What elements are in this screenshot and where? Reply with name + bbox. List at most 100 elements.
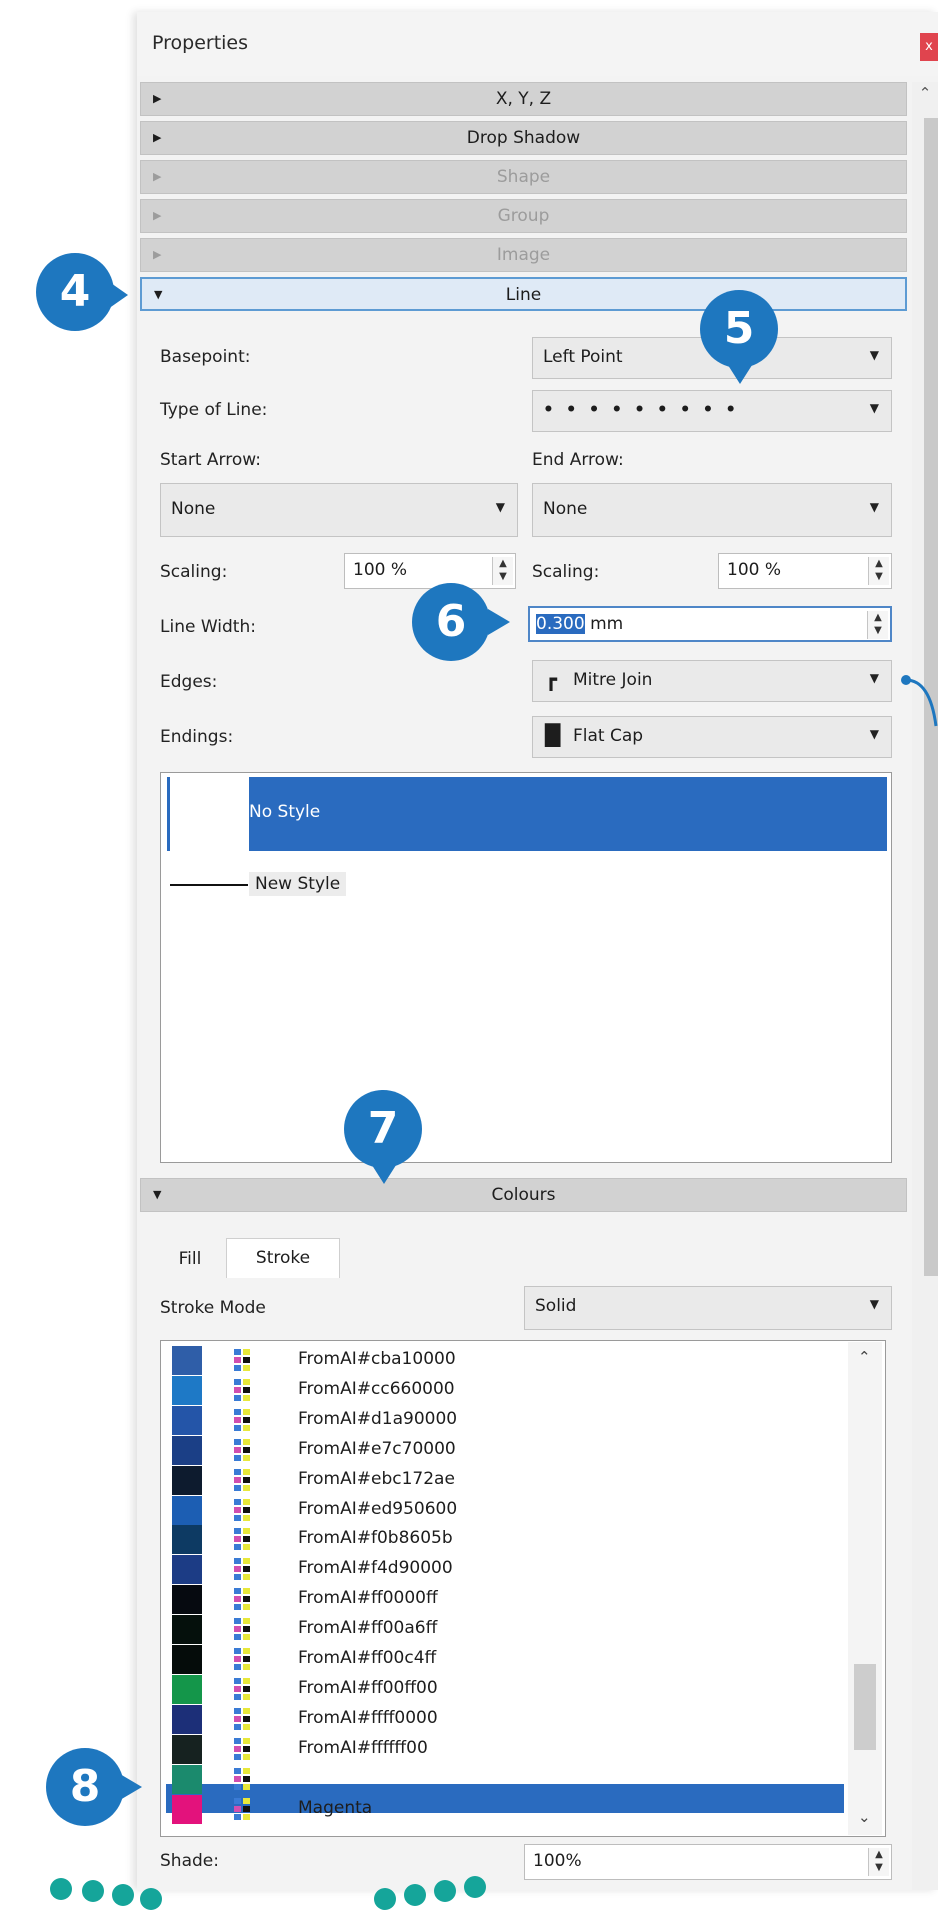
- colour-swatch: [172, 1645, 202, 1674]
- cmyk-icon: [234, 1587, 256, 1612]
- end-scaling-value: 100 %: [727, 560, 782, 580]
- colour-name: FromAI#ff00a6ff: [298, 1618, 438, 1639]
- start-scaling-value: 100 %: [353, 560, 408, 580]
- colour-swatch: [172, 1615, 202, 1645]
- type-of-line-value: • • • • • • • • •: [543, 400, 740, 420]
- dropdown-arrow-icon: ▼: [869, 348, 879, 362]
- section-drop-shadow[interactable]: ▶ Drop Shadow: [140, 121, 907, 155]
- tab-stroke[interactable]: Stroke: [226, 1238, 340, 1278]
- colour-name: FromAI#ff00c4ff: [298, 1648, 437, 1668]
- cmyk-icon: [234, 1677, 256, 1702]
- section-colours[interactable]: ▼ Colours: [140, 1178, 907, 1212]
- cmyk-icon: [234, 1797, 256, 1822]
- colour-name: FromAI#ffffff00: [298, 1737, 428, 1758]
- list-item[interactable]: FromAI#ed950600: [172, 1495, 712, 1525]
- stroke-mode-label: Stroke Mode: [160, 1298, 266, 1318]
- panel-titlebar: [137, 12, 938, 76]
- type-of-line-dropdown[interactable]: • • • • • • • • • ▼: [532, 390, 892, 432]
- colour-list-scrollbar[interactable]: ⌃ ⌄: [848, 1342, 882, 1835]
- edges-dropdown[interactable]: ┏ Mitre Join ▼: [532, 660, 892, 702]
- spinner-arrows-icon[interactable]: ▲ ▼: [868, 557, 889, 585]
- start-scaling-label: Scaling:: [160, 562, 228, 582]
- mitre-join-icon: ┏: [545, 667, 558, 691]
- callout-pointer: [726, 362, 754, 384]
- edges-value: Mitre Join: [573, 670, 653, 690]
- callout-pointer: [120, 1774, 142, 1800]
- colour-swatch: [172, 1375, 202, 1405]
- end-scaling-spinbox[interactable]: 100 % ▲ ▼: [718, 553, 892, 589]
- colour-name: FromAI#e7c70000: [298, 1438, 456, 1459]
- list-item[interactable]: FromAI#ff00c4ff: [172, 1645, 712, 1674]
- colour-swatch: [172, 1734, 202, 1764]
- section-label: Shape: [496, 167, 551, 187]
- end-arrow-label: End Arrow:: [532, 450, 624, 470]
- section-image: ▶ Image: [140, 238, 907, 272]
- shade-spinbox[interactable]: 100% ▲ ▼: [524, 1844, 892, 1880]
- close-button[interactable]: x: [920, 33, 938, 61]
- section-label: Image: [496, 245, 551, 265]
- list-item[interactable]: FromAI#ff00ff00: [172, 1674, 712, 1704]
- spinner-arrows-icon[interactable]: ▲ ▼: [492, 557, 513, 585]
- dropdown-arrow-icon: ▼: [869, 727, 879, 741]
- stroke-mode-dropdown[interactable]: Solid ▼: [524, 1286, 892, 1330]
- connector-curve: [901, 675, 938, 727]
- section-label: Group: [497, 206, 550, 226]
- callout-badge-5: 5: [700, 290, 778, 368]
- section-xyz[interactable]: ▶ X, Y, Z: [140, 82, 907, 116]
- cmyk-icon: [234, 1527, 256, 1552]
- cmyk-icon: [234, 1378, 256, 1403]
- list-item[interactable]: FromAI#ff00a6ff: [172, 1615, 712, 1645]
- end-scaling-label: Scaling:: [532, 562, 600, 582]
- list-item[interactable]: Green: [172, 1764, 712, 1794]
- endings-dropdown[interactable]: █ Flat Cap ▼: [532, 716, 892, 758]
- shade-label: Shade:: [160, 1851, 219, 1871]
- colour-name: FromAI#ebc172ae: [298, 1468, 455, 1489]
- section-shape: ▶ Shape: [140, 160, 907, 194]
- colour-name: FromAI#ffff0000: [298, 1707, 438, 1728]
- colour-swatch: [172, 1495, 202, 1525]
- section-line[interactable]: ▼ Line: [140, 277, 907, 311]
- cmyk-icon: [234, 1707, 256, 1732]
- end-arrow-dropdown[interactable]: None ▼: [532, 483, 892, 537]
- colour-swatch: [172, 1465, 202, 1495]
- section-label: Drop Shadow: [466, 128, 581, 148]
- dropdown-arrow-icon: ▼: [869, 671, 879, 685]
- list-item[interactable]: FromAI#ff0000ff: [172, 1585, 712, 1615]
- scroll-up-icon[interactable]: ⌃: [912, 84, 938, 108]
- spinner-arrows-icon[interactable]: ▲ ▼: [867, 611, 888, 639]
- callout-badge-4: 4: [36, 253, 114, 331]
- tab-fill[interactable]: Fill: [158, 1240, 222, 1280]
- colour-name: Magenta: [298, 1797, 373, 1818]
- scroll-up-icon[interactable]: ⌃: [858, 1348, 871, 1366]
- colour-list-scrollbar-thumb[interactable]: [854, 1664, 876, 1750]
- list-item[interactable]: FromAI#d1a90000: [172, 1405, 712, 1435]
- list-item[interactable]: FromAI#f0b8605b: [172, 1525, 712, 1555]
- line-width-spinbox[interactable]: 0.300 mm ▲ ▼: [528, 606, 892, 642]
- basepoint-value: Left Point: [543, 347, 623, 367]
- line-width-label: Line Width:: [160, 617, 256, 637]
- scroll-down-icon[interactable]: ⌄: [858, 1808, 871, 1826]
- start-scaling-spinbox[interactable]: 100 % ▲ ▼: [344, 553, 516, 589]
- colour-swatch: [172, 1674, 202, 1704]
- style-name-no-style[interactable]: No Style: [249, 802, 320, 822]
- colour-swatch: [172, 1585, 202, 1615]
- style-name-new-style[interactable]: New Style: [249, 872, 347, 896]
- basepoint-label: Basepoint:: [160, 347, 251, 367]
- spinner-arrows-icon[interactable]: ▲ ▼: [868, 1848, 889, 1876]
- list-item[interactable]: FromAI#ffff0000: [172, 1704, 712, 1734]
- dropdown-arrow-icon: ▼: [869, 1297, 879, 1311]
- list-item[interactable]: FromAI#cc660000: [172, 1375, 712, 1405]
- list-item[interactable]: FromAI#f4d90000: [172, 1555, 712, 1585]
- section-label: X, Y, Z: [495, 89, 552, 109]
- start-arrow-dropdown[interactable]: None ▼: [160, 483, 518, 537]
- list-item[interactable]: FromAI#ebc172ae: [172, 1465, 712, 1495]
- list-item[interactable]: FromAI#e7c70000: [172, 1435, 712, 1465]
- list-item[interactable]: FromAI#ffffff00: [172, 1734, 712, 1764]
- list-item[interactable]: Magenta: [172, 1794, 712, 1824]
- cmyk-icon: [234, 1647, 256, 1672]
- cmyk-icon: [234, 1617, 256, 1642]
- dropdown-arrow-icon: ▼: [869, 500, 879, 514]
- callout-badge-6: 6: [412, 583, 490, 661]
- list-item[interactable]: FromAI#cba10000: [172, 1346, 712, 1375]
- colour-swatch: [172, 1764, 202, 1794]
